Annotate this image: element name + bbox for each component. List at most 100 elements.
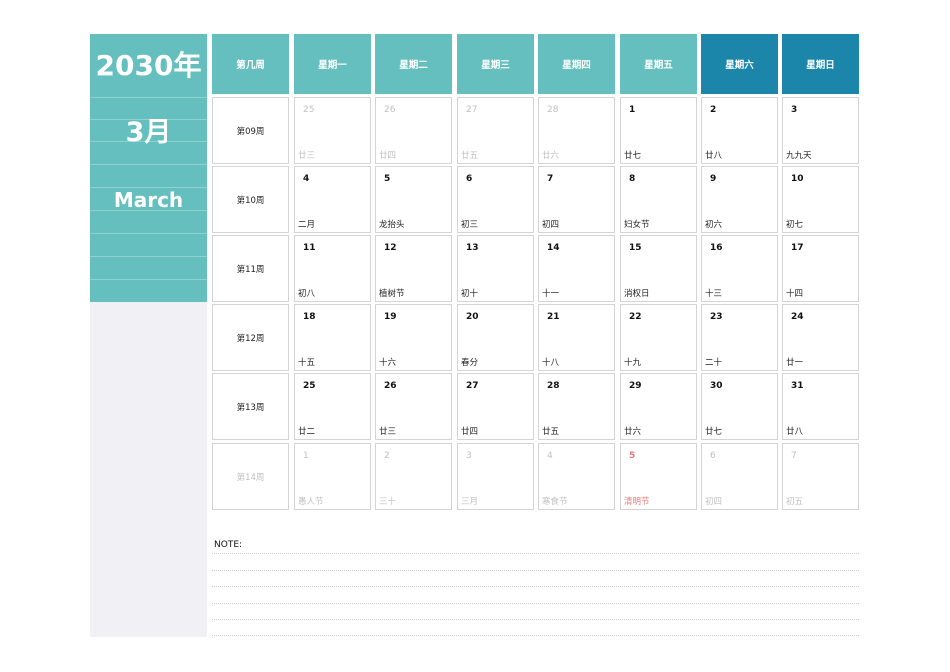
- day-cell[interactable]: 11 初八: [294, 235, 371, 302]
- day-number: 10: [791, 174, 804, 184]
- note-line[interactable]: [212, 619, 859, 620]
- day-number: 31: [791, 381, 804, 391]
- day-cell[interactable]: 6 初三: [457, 166, 534, 233]
- day-cell[interactable]: 29 廿六: [620, 373, 697, 440]
- header-day-7: 星期日: [782, 34, 859, 94]
- day-cell[interactable]: 10 初七: [782, 166, 859, 233]
- day-cell[interactable]: 26 廿三: [375, 373, 452, 440]
- day-cell[interactable]: 27 廿五: [457, 97, 534, 164]
- day-cell[interactable]: 20 春分: [457, 304, 534, 371]
- day-number: 9: [710, 174, 717, 184]
- lunar-date-label: 初三: [461, 220, 479, 230]
- lunar-date-label: 十一: [542, 289, 560, 299]
- lunar-date-label: 初四: [542, 220, 560, 230]
- day-cell[interactable]: 19 十六: [375, 304, 452, 371]
- day-number: 22: [629, 312, 642, 322]
- day-cell[interactable]: 13 初十: [457, 235, 534, 302]
- day-number: 11: [303, 243, 316, 253]
- day-cell[interactable]: 30 廿七: [701, 373, 778, 440]
- day-cell[interactable]: 12 植树节: [375, 235, 452, 302]
- day-cell[interactable]: 22 十九: [620, 304, 697, 371]
- day-number: 7: [791, 451, 797, 461]
- day-cell[interactable]: 9 初六: [701, 166, 778, 233]
- lunar-date-label: 廿六: [624, 427, 642, 437]
- day-cell[interactable]: 6 初四: [701, 443, 778, 510]
- day-cell[interactable]: 3 三月: [457, 443, 534, 510]
- day-cell[interactable]: 8 妇女节: [620, 166, 697, 233]
- header-day-3: 星期三: [457, 34, 534, 94]
- lunar-date-label: 廿五: [461, 151, 479, 161]
- day-number: 13: [466, 243, 479, 253]
- lunar-date-label: 廿三: [298, 151, 316, 161]
- lunar-date-label: 廿三: [379, 427, 397, 437]
- day-cell[interactable]: 23 二十: [701, 304, 778, 371]
- day-cell[interactable]: 4 寒食节: [538, 443, 615, 510]
- day-number: 26: [384, 381, 397, 391]
- day-cell[interactable]: 27 廿四: [457, 373, 534, 440]
- lunar-date-label: 初五: [786, 497, 804, 507]
- day-cell[interactable]: 31 廿八: [782, 373, 859, 440]
- day-cell[interactable]: 16 十三: [701, 235, 778, 302]
- day-cell[interactable]: 5 清明节: [620, 443, 697, 510]
- lunar-date-label: 十八: [542, 358, 560, 368]
- day-cell[interactable]: 14 十一: [538, 235, 615, 302]
- day-number: 2: [710, 105, 717, 115]
- day-cell[interactable]: 28 廿五: [538, 373, 615, 440]
- day-cell[interactable]: 25 廿三: [294, 97, 371, 164]
- day-cell[interactable]: 3 九九天: [782, 97, 859, 164]
- lunar-date-label: 愚人节: [298, 497, 324, 507]
- note-line[interactable]: [212, 570, 859, 571]
- day-number: 28: [547, 105, 559, 115]
- note-line[interactable]: [212, 635, 859, 636]
- day-number: 27: [466, 105, 478, 115]
- lunar-date-label: 廿八: [786, 427, 804, 437]
- lunar-date-label: 初四: [705, 497, 723, 507]
- lunar-date-label: 廿二: [298, 427, 316, 437]
- day-cell[interactable]: 4 二月: [294, 166, 371, 233]
- lunar-date-label: 廿七: [705, 427, 723, 437]
- day-cell[interactable]: 7 初五: [782, 443, 859, 510]
- day-cell[interactable]: 18 十五: [294, 304, 371, 371]
- day-number: 6: [710, 451, 716, 461]
- week-number-cell: 第11周: [212, 235, 289, 302]
- header-day-1: 星期一: [294, 34, 371, 94]
- lunar-date-label: 十九: [624, 358, 642, 368]
- day-number: 29: [629, 381, 642, 391]
- day-cell[interactable]: 15 消权日: [620, 235, 697, 302]
- header-day-5: 星期五: [620, 34, 697, 94]
- lunar-date-label: 九九天: [786, 151, 812, 161]
- day-number: 28: [547, 381, 560, 391]
- day-cell[interactable]: 26 廿四: [375, 97, 452, 164]
- note-line[interactable]: [212, 603, 859, 604]
- lunar-date-label: 初七: [786, 220, 804, 230]
- lunar-date-label: 廿四: [461, 427, 479, 437]
- lunar-date-label: 初八: [298, 289, 316, 299]
- note-line[interactable]: [212, 553, 859, 554]
- day-cell[interactable]: 17 十四: [782, 235, 859, 302]
- sidebar-blank-area: [90, 302, 207, 637]
- day-cell[interactable]: 25 廿二: [294, 373, 371, 440]
- day-cell[interactable]: 24 廿一: [782, 304, 859, 371]
- lunar-date-label: 廿六: [542, 151, 560, 161]
- lunar-date-label: 龙抬头: [379, 220, 405, 230]
- day-cell[interactable]: 1 廿七: [620, 97, 697, 164]
- day-number: 14: [547, 243, 560, 253]
- day-number: 25: [303, 381, 316, 391]
- day-cell[interactable]: 28 廿六: [538, 97, 615, 164]
- day-number: 5: [384, 174, 391, 184]
- day-cell[interactable]: 2 三十: [375, 443, 452, 510]
- day-number: 27: [466, 381, 479, 391]
- note-line[interactable]: [212, 586, 859, 587]
- day-number: 23: [710, 312, 723, 322]
- lunar-date-label: 三十: [379, 497, 397, 507]
- day-cell[interactable]: 5 龙抬头: [375, 166, 452, 233]
- lunar-date-label: 妇女节: [624, 220, 650, 230]
- day-cell[interactable]: 7 初四: [538, 166, 615, 233]
- header-week-column: 第几周: [212, 34, 289, 94]
- day-cell[interactable]: 2 廿八: [701, 97, 778, 164]
- day-number: 7: [547, 174, 554, 184]
- day-number: 15: [629, 243, 642, 253]
- day-number: 5: [629, 451, 636, 461]
- day-cell[interactable]: 21 十八: [538, 304, 615, 371]
- day-cell[interactable]: 1 愚人节: [294, 443, 371, 510]
